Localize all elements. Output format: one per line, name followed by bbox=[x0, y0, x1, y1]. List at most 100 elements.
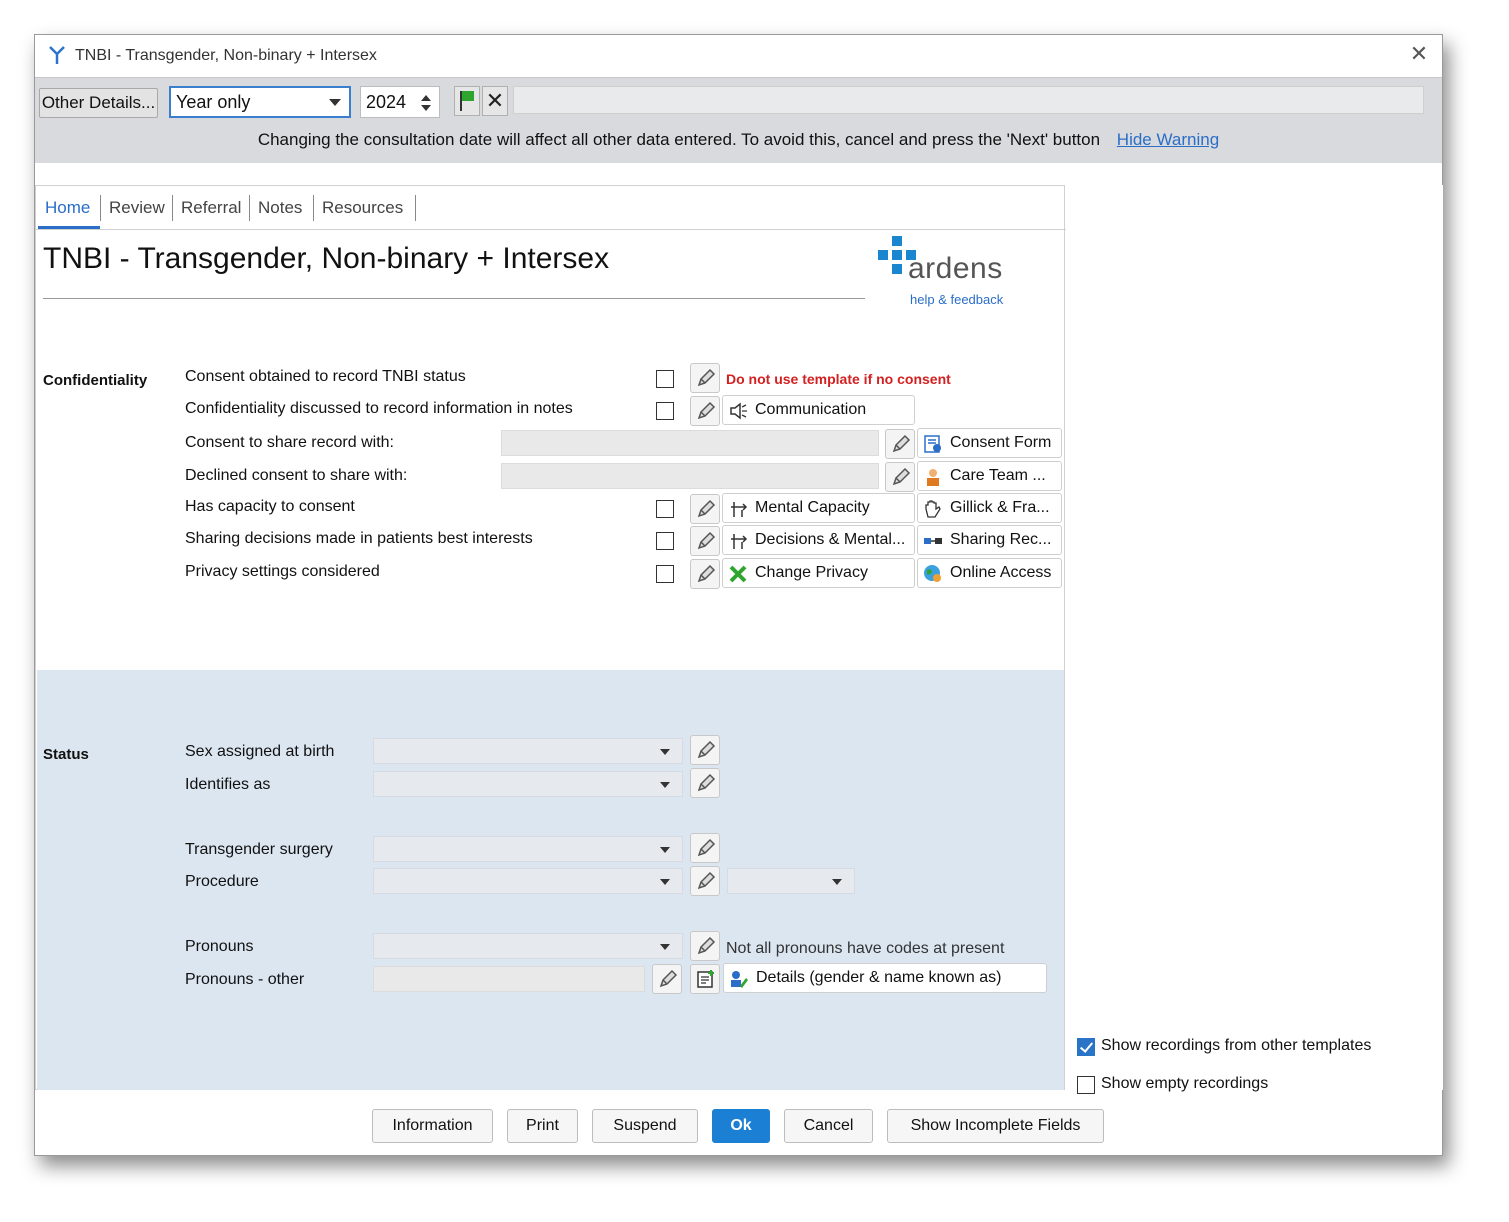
tab-divider bbox=[100, 195, 101, 221]
pencil-icon[interactable] bbox=[690, 735, 720, 765]
pencil-icon[interactable] bbox=[690, 559, 720, 589]
capacity-checkbox[interactable] bbox=[656, 500, 674, 518]
pencil-icon[interactable] bbox=[690, 494, 720, 524]
best-interests-checkbox[interactable] bbox=[656, 532, 674, 550]
close-icon: ✕ bbox=[485, 88, 505, 113]
ok-button[interactable]: Ok bbox=[712, 1109, 770, 1143]
identifies-as-label: Identifies as bbox=[185, 776, 271, 793]
speaker-icon bbox=[730, 402, 747, 420]
pronouns-other-label: Pronouns - other bbox=[185, 971, 305, 988]
tab-divider bbox=[249, 195, 250, 221]
cancel-button[interactable]: Cancel bbox=[784, 1109, 873, 1143]
sharing-rec-label: Sharing Rec... bbox=[950, 531, 1052, 548]
decisions-mental-label: Decisions & Mental... bbox=[755, 531, 906, 548]
date-field[interactable] bbox=[513, 86, 1424, 114]
information-button[interactable]: Information bbox=[372, 1109, 493, 1143]
consent-share-label: Consent to share record with: bbox=[185, 434, 394, 451]
spin-down-icon[interactable] bbox=[421, 105, 431, 111]
green-flag-icon bbox=[460, 91, 474, 111]
care-team-button[interactable]: Care Team ... bbox=[917, 461, 1062, 491]
pencil-icon[interactable] bbox=[690, 833, 720, 863]
tab-divider bbox=[415, 195, 416, 221]
mental-capacity-label: Mental Capacity bbox=[755, 499, 870, 516]
gillick-label: Gillick & Fra... bbox=[950, 499, 1050, 516]
pencil-icon[interactable] bbox=[690, 396, 720, 426]
tab-notes[interactable]: Notes bbox=[258, 198, 302, 218]
ardens-logo[interactable]: ardens help & feedback bbox=[878, 236, 1028, 311]
pencil-icon[interactable] bbox=[690, 931, 720, 961]
clear-date-button[interactable]: ✕ bbox=[482, 86, 508, 116]
consent-form-button[interactable]: Consent Form bbox=[917, 428, 1062, 458]
declined-share-label: Declined consent to share with: bbox=[185, 467, 408, 484]
consent-tnbi-label: Consent obtained to record TNBI status bbox=[185, 368, 466, 385]
identifies-as-dropdown[interactable] bbox=[373, 771, 683, 797]
title-divider bbox=[43, 298, 865, 299]
window-title: TNBI - Transgender, Non-binary + Interse… bbox=[75, 47, 377, 64]
year-value: 2024 bbox=[366, 92, 407, 112]
status-panel: Status Sex assigned at birth Identifies … bbox=[37, 670, 1064, 1090]
people-edit-icon bbox=[731, 971, 748, 988]
confidentiality-discussed-label: Confidentiality discussed to record info… bbox=[185, 400, 573, 417]
pencil-icon[interactable] bbox=[690, 866, 720, 896]
tab-home[interactable]: Home bbox=[45, 198, 90, 218]
privacy-label: Privacy settings considered bbox=[185, 563, 380, 580]
other-details-button[interactable]: Other Details... bbox=[39, 88, 158, 118]
declined-share-input[interactable] bbox=[501, 463, 879, 489]
decisions-mental-button[interactable]: Decisions & Mental... bbox=[722, 525, 915, 555]
sex-at-birth-dropdown[interactable] bbox=[373, 738, 683, 764]
communication-button[interactable]: Communication bbox=[722, 395, 915, 425]
capacity-label: Has capacity to consent bbox=[185, 498, 355, 515]
date-mode-value: Year only bbox=[176, 92, 251, 112]
show-incomplete-fields-button[interactable]: Show Incomplete Fields bbox=[887, 1109, 1104, 1143]
tab-referral[interactable]: Referral bbox=[181, 198, 241, 218]
show-other-templates-checkbox[interactable] bbox=[1077, 1038, 1095, 1056]
close-icon[interactable]: ✕ bbox=[1408, 43, 1430, 65]
transgender-surgery-dropdown[interactable] bbox=[373, 836, 683, 862]
notes-add-button[interactable] bbox=[690, 964, 720, 994]
pronouns-other-input[interactable] bbox=[373, 966, 645, 992]
sharing-rec-button[interactable]: Sharing Rec... bbox=[917, 525, 1062, 555]
pencil-icon[interactable] bbox=[690, 768, 720, 798]
suspend-button[interactable]: Suspend bbox=[592, 1109, 698, 1143]
gillick-button[interactable]: Gillick & Fra... bbox=[917, 493, 1062, 523]
logo-name: ardens bbox=[908, 252, 1003, 285]
date-warning-text: Changing the consultation date will affe… bbox=[257, 130, 1101, 149]
online-access-button[interactable]: Online Access bbox=[917, 558, 1062, 588]
chevron-down-icon bbox=[660, 879, 670, 885]
consent-share-input[interactable] bbox=[501, 430, 879, 456]
right-panel: Show recordings from other templates Sho… bbox=[1066, 185, 1443, 1094]
active-tab-indicator bbox=[38, 226, 100, 229]
pencil-icon[interactable] bbox=[885, 462, 915, 492]
details-gender-name-label: Details (gender & name known as) bbox=[756, 969, 1002, 986]
spin-up-icon[interactable] bbox=[421, 95, 431, 101]
pencil-icon[interactable] bbox=[690, 526, 720, 556]
sex-at-birth-label: Sex assigned at birth bbox=[185, 743, 335, 760]
year-spinner[interactable]: 2024 bbox=[360, 86, 440, 118]
transgender-surgery-label: Transgender surgery bbox=[185, 841, 333, 858]
print-button[interactable]: Print bbox=[507, 1109, 578, 1143]
tab-review[interactable]: Review bbox=[109, 198, 165, 218]
pencil-icon[interactable] bbox=[885, 429, 915, 459]
pronouns-label: Pronouns bbox=[185, 938, 254, 955]
pronouns-dropdown[interactable] bbox=[373, 933, 683, 959]
confidentiality-discussed-checkbox[interactable] bbox=[656, 402, 674, 420]
pencil-icon[interactable] bbox=[652, 964, 682, 994]
consent-tnbi-checkbox[interactable] bbox=[656, 370, 674, 388]
flag-button[interactable] bbox=[454, 86, 480, 116]
no-consent-warning: Do not use template if no consent bbox=[726, 371, 951, 387]
privacy-checkbox[interactable] bbox=[656, 565, 674, 583]
online-access-label: Online Access bbox=[950, 564, 1052, 581]
date-mode-select[interactable]: Year only bbox=[169, 86, 351, 118]
help-feedback-link[interactable]: help & feedback bbox=[910, 292, 1003, 307]
mental-capacity-button[interactable]: Mental Capacity bbox=[722, 493, 915, 523]
tab-resources[interactable]: Resources bbox=[322, 198, 403, 218]
hide-warning-link[interactable]: Hide Warning bbox=[1117, 130, 1219, 149]
pencil-icon[interactable] bbox=[690, 363, 720, 393]
person-icon bbox=[927, 469, 939, 486]
procedure-detail-dropdown[interactable] bbox=[727, 868, 855, 894]
procedure-dropdown[interactable] bbox=[373, 868, 683, 894]
tab-divider bbox=[313, 195, 314, 221]
show-empty-recordings-checkbox[interactable] bbox=[1077, 1076, 1095, 1094]
details-gender-name-button[interactable]: Details (gender & name known as) bbox=[723, 963, 1047, 993]
change-privacy-button[interactable]: Change Privacy bbox=[722, 558, 915, 588]
